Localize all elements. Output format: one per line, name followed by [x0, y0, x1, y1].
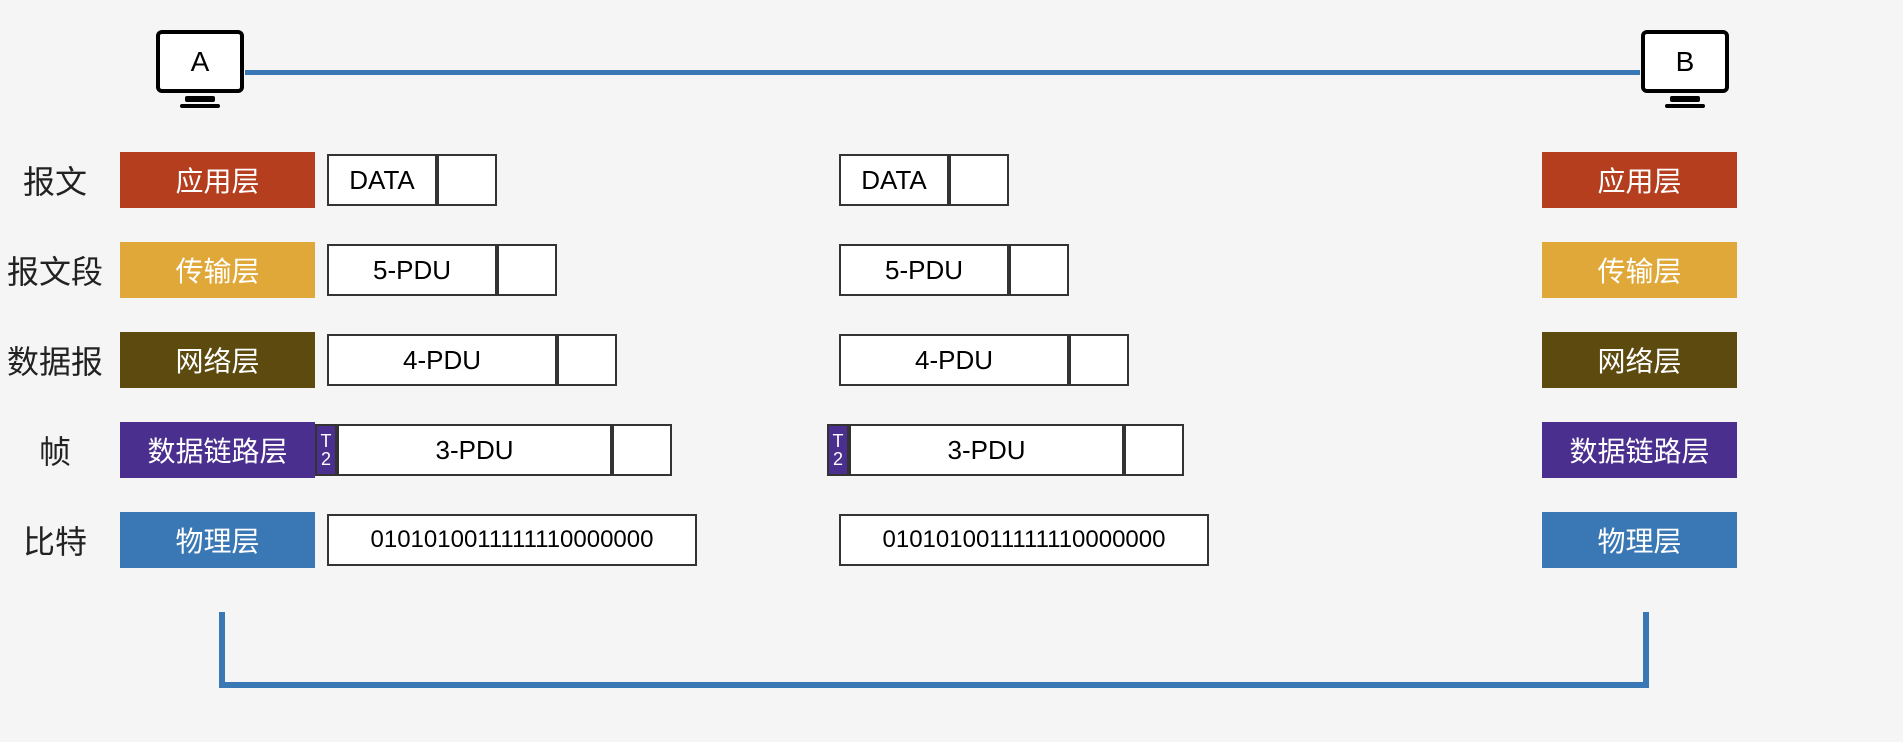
- pdu-group-3a: T2 3-PDU H2: [315, 424, 672, 476]
- pdu-group-0a: DATA H5: [327, 154, 497, 206]
- pdu-0a: DATA: [327, 154, 437, 206]
- bits-4a: 0101010011111110000000: [327, 514, 697, 566]
- diagram-container: A B 报文 应用层 DATA H5 DATA H5 应用层 报文段 传输层 5…: [0, 30, 1903, 570]
- connection-line: [245, 70, 1640, 75]
- host-b-icon: B: [1640, 30, 1730, 110]
- hdr-2a: H3: [557, 334, 617, 386]
- hdr-3a: H2: [612, 424, 672, 476]
- layer-left-net: 网络层: [120, 332, 315, 388]
- host-b-label: B: [1641, 30, 1729, 93]
- layer-left-app: 应用层: [120, 152, 315, 208]
- pdu-1a: 5-PDU: [327, 244, 497, 296]
- physical-link-line: [219, 612, 1649, 688]
- pdu-0b: DATA: [839, 154, 949, 206]
- hdr-0b: H5: [949, 154, 1009, 206]
- layer-right-link: 数据链路层: [1542, 422, 1737, 478]
- pdu-name-2: 数据报: [0, 337, 110, 383]
- row-transport: 报文段 传输层 5-PDU H4 5-PDU H4 传输层: [0, 240, 1903, 300]
- layer-right-trans: 传输层: [1542, 242, 1737, 298]
- hdr-0a: H5: [437, 154, 497, 206]
- pdu-name-1: 报文段: [0, 247, 110, 293]
- pdu-name-3: 帧: [0, 427, 110, 473]
- row-application: 报文 应用层 DATA H5 DATA H5 应用层: [0, 150, 1903, 210]
- pdu-group-1b: 5-PDU H4: [839, 244, 1069, 296]
- hdr-1b: H4: [1009, 244, 1069, 296]
- hdr-3b: H2: [1124, 424, 1184, 476]
- pdu-group-3b: T2 3-PDU H2: [827, 424, 1184, 476]
- pdu-group-1a: 5-PDU H4: [327, 244, 557, 296]
- hdr-1a: H4: [497, 244, 557, 296]
- host-a-label: A: [156, 30, 244, 93]
- trailer-3a: T2: [315, 424, 337, 476]
- pdu-group-4b: 0101010011111110000000: [839, 514, 1209, 566]
- layer-left-trans: 传输层: [120, 242, 315, 298]
- pdu-group-2a: 4-PDU H3: [327, 334, 617, 386]
- layer-right-app: 应用层: [1542, 152, 1737, 208]
- top-row: A B: [0, 30, 1903, 120]
- pdu-2b: 4-PDU: [839, 334, 1069, 386]
- pdu-2a: 4-PDU: [327, 334, 557, 386]
- pdu-3b: 3-PDU: [849, 424, 1124, 476]
- pdu-name-0: 报文: [0, 157, 110, 203]
- row-physical: 比特 物理层 0101010011111110000000 0101010011…: [0, 510, 1903, 570]
- layer-left-link: 数据链路层: [120, 422, 315, 478]
- bits-4b: 0101010011111110000000: [839, 514, 1209, 566]
- row-datalink: 帧 数据链路层 T2 3-PDU H2 T2 3-PDU H2 数据链路层: [0, 420, 1903, 480]
- pdu-group-2b: 4-PDU H3: [839, 334, 1129, 386]
- layer-right-net: 网络层: [1542, 332, 1737, 388]
- row-network: 数据报 网络层 4-PDU H3 4-PDU H3 网络层: [0, 330, 1903, 390]
- layer-left-phys: 物理层: [120, 512, 315, 568]
- hdr-2b: H3: [1069, 334, 1129, 386]
- pdu-1b: 5-PDU: [839, 244, 1009, 296]
- pdu-group-0b: DATA H5: [839, 154, 1009, 206]
- host-a-icon: A: [155, 30, 245, 110]
- pdu-name-4: 比特: [0, 517, 110, 563]
- trailer-3b: T2: [827, 424, 849, 476]
- pdu-3a: 3-PDU: [337, 424, 612, 476]
- layer-right-phys: 物理层: [1542, 512, 1737, 568]
- pdu-group-4a: 0101010011111110000000: [327, 514, 697, 566]
